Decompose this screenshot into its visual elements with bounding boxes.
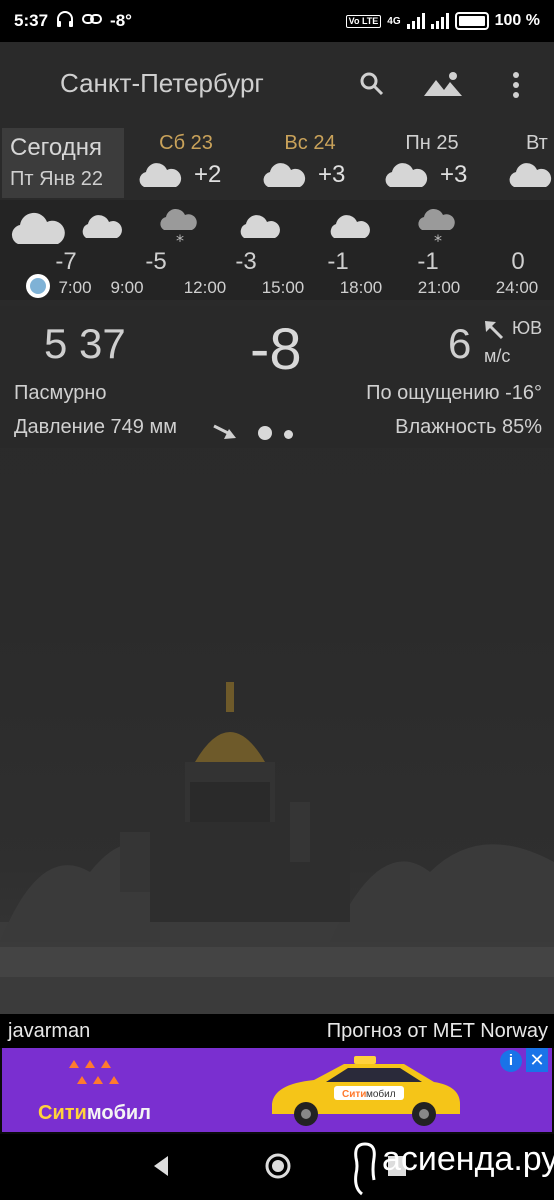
- current-temp: -8: [250, 317, 302, 382]
- headphones-icon: [56, 10, 74, 33]
- humidity: Влажность 85%: [395, 416, 542, 438]
- today-date: Пт Янв 22: [10, 168, 104, 190]
- current-conditions: 5 37 -8 6 ЮВ м/с Пасмурно По ощущению -1…: [0, 306, 554, 448]
- ad-brand-text: Ситимобил: [38, 1102, 151, 1125]
- ad-close-button[interactable]: ✕: [526, 1048, 548, 1072]
- cloud-icon: [509, 163, 552, 187]
- landscape-icon[interactable]: [422, 70, 466, 100]
- wind-direction: ЮВ: [512, 318, 543, 338]
- photo-author[interactable]: javarman: [8, 1020, 90, 1043]
- day-temp: +2: [194, 161, 222, 188]
- ad-content[interactable]: Ситимобил Сити мобил: [2, 1048, 552, 1132]
- day-name: Вс 24: [284, 132, 336, 154]
- network-type: 4G: [387, 15, 401, 27]
- battery-level: 100 %: [494, 12, 540, 29]
- photo-credits: javarman Прогноз от MET Norway: [0, 1014, 554, 1048]
- cloud-icon: [385, 163, 428, 187]
- status-temp: -8°: [110, 11, 132, 30]
- hour-time: 21:00: [417, 278, 461, 297]
- taxi-car-image: Сити мобил: [272, 1056, 460, 1126]
- cloud-icon: [330, 215, 370, 238]
- snow-cloud-icon: *: [160, 208, 197, 250]
- ad-info-icon[interactable]: i: [500, 1050, 522, 1072]
- watermark-text: асиенда.ру: [382, 1140, 554, 1178]
- tab-day[interactable]: Пн 25 +3: [382, 132, 482, 189]
- more-vert-icon[interactable]: [506, 70, 536, 100]
- brand-logo-icon: [69, 1060, 119, 1084]
- forecast-source[interactable]: Прогноз от MET Norway: [327, 1020, 548, 1043]
- current-time-marker: [26, 274, 50, 298]
- hour-temp: -3: [235, 248, 257, 275]
- tab-day[interactable]: Вт: [506, 132, 554, 189]
- day-tabs: Сегодня Пт Янв 22 Сб 23 +2 Вс 24 +3 Пн 2…: [0, 128, 554, 198]
- hour-temp: -1: [417, 248, 439, 275]
- cloud-icon: [263, 163, 306, 187]
- watermark-logo-icon: [352, 1140, 378, 1200]
- app-toolbar: Санкт-Петербург: [0, 42, 554, 128]
- feels-like: По ощущению -16°: [366, 382, 542, 404]
- hour-temp: -1: [327, 248, 349, 275]
- snow-cloud-icon: *: [418, 208, 455, 250]
- cloud-icon: [11, 212, 65, 244]
- day-temp: +3: [318, 161, 346, 188]
- svg-text:Сити: Сити: [342, 1089, 366, 1100]
- hour-time: 24:00: [495, 278, 539, 297]
- pressure-trend-icon: [212, 422, 238, 447]
- cloud-icon: [139, 163, 182, 187]
- tab-day[interactable]: Вс 24 +3: [260, 132, 360, 189]
- day-name: Вт: [526, 132, 548, 154]
- hour-time: 9:00: [110, 278, 144, 297]
- hour-temp: -5: [145, 248, 167, 275]
- tab-day[interactable]: Сб 23 +2: [136, 132, 236, 189]
- link-icon: [82, 11, 103, 31]
- home-icon[interactable]: [264, 1152, 292, 1185]
- signal-icon-2: [430, 13, 449, 29]
- hour-time: 12:00: [183, 278, 227, 297]
- today-label: Сегодня: [10, 134, 102, 161]
- wind-speed: 6: [448, 320, 472, 367]
- ad-brand-a: Сити: [38, 1102, 87, 1124]
- wind-unit: м/с: [484, 346, 511, 366]
- city-title[interactable]: Санкт-Петербург: [60, 68, 264, 99]
- back-icon[interactable]: [150, 1154, 172, 1183]
- volte-badge: Vo LTE: [345, 14, 382, 28]
- signal-icon: [406, 13, 425, 29]
- wind-arrow-icon: [482, 318, 506, 347]
- page-indicator-dot: [258, 426, 272, 440]
- hourly-forecast: * * -7 -5 -3 -1 -1 0 7:00 9:00 12:00 15:…: [0, 200, 554, 300]
- current-clock: 5 37: [44, 320, 126, 367]
- svg-text:мобил: мобил: [366, 1088, 396, 1100]
- day-temp: +3: [440, 161, 468, 188]
- hour-time: 15:00: [261, 278, 305, 297]
- ad-brand-b: мобил: [86, 1102, 151, 1124]
- status-time: 5:37: [14, 11, 49, 30]
- day-name: Пн 25: [405, 132, 459, 154]
- search-icon[interactable]: [358, 70, 388, 100]
- condition-text: Пасмурно: [14, 382, 107, 404]
- cloud-icon: [240, 215, 280, 238]
- hour-temp: -7: [55, 248, 77, 275]
- day-name: Сб 23: [159, 132, 213, 154]
- status-bar: 5:37 -8° Vo LTE 4G 100 %: [0, 0, 554, 42]
- ad-banner[interactable]: Ситимобил Сити мобил i ✕: [0, 1048, 554, 1134]
- hour-time: 18:00: [339, 278, 383, 297]
- cloud-icon: [82, 215, 122, 238]
- hour-temp: 0: [511, 248, 525, 275]
- page-indicator-dot: [284, 430, 293, 439]
- tab-today[interactable]: Сегодня Пт Янв 22: [2, 128, 124, 198]
- pressure: Давление 749 мм: [14, 416, 177, 438]
- battery-icon: [454, 12, 489, 30]
